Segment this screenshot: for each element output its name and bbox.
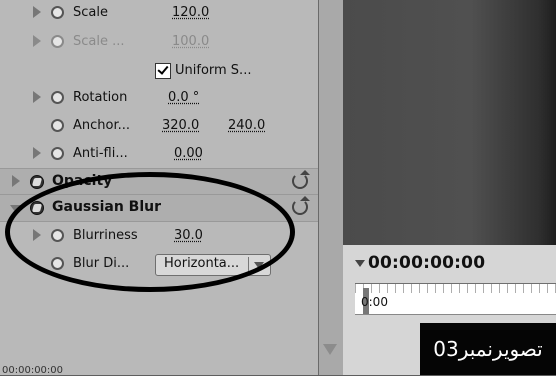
expand-triangle-icon[interactable]	[33, 229, 41, 241]
expand-triangle-icon[interactable]	[33, 6, 41, 18]
uniform-scale-label: Uniform S...	[175, 63, 252, 78]
opacity-effect-row[interactable]: Opacity	[0, 168, 318, 196]
stopwatch-icon[interactable]	[51, 119, 64, 132]
scale-width-label: Scale ...	[73, 34, 125, 49]
blur-dimensions-selected: Horizonta...	[164, 256, 240, 271]
rotation-label: Rotation	[73, 90, 128, 105]
scale-value[interactable]: 120.0	[172, 5, 209, 20]
blurriness-label: Blurriness	[73, 228, 138, 243]
anchor-row: Anchor... 320.0 240.0	[0, 113, 318, 139]
gaussian-blur-title: Gaussian Blur	[52, 199, 161, 215]
scroll-down-icon[interactable]	[323, 344, 337, 355]
stopwatch-icon	[51, 35, 64, 48]
scale-row[interactable]: Scale 120.0	[0, 0, 318, 26]
stopwatch-icon[interactable]	[51, 6, 64, 19]
blurriness-row[interactable]: Blurriness 30.0	[0, 223, 318, 249]
expand-triangle-icon[interactable]	[33, 91, 41, 103]
scale-width-row: Scale ... 100.0	[0, 29, 318, 55]
stopwatch-icon[interactable]	[51, 229, 64, 242]
program-preview	[343, 0, 556, 246]
anti-flicker-row[interactable]: Anti-fli... 0.00	[0, 141, 318, 167]
timeline-label: 0:00	[361, 295, 388, 309]
anchor-y-value[interactable]: 240.0	[228, 118, 265, 133]
watermark-label: تصویرنمبر03	[420, 323, 556, 375]
collapse-triangle-icon[interactable]	[10, 205, 22, 213]
anti-flicker-label: Anti-fli...	[73, 146, 128, 161]
playhead-icon	[355, 259, 365, 267]
fx-icon[interactable]	[30, 175, 44, 189]
rotation-row[interactable]: Rotation 0.0 °	[0, 85, 318, 111]
blur-dimensions-row: Blur Di... Horizonta...	[0, 251, 318, 277]
dropdown-separator	[248, 257, 249, 273]
blur-dimensions-dropdown[interactable]: Horizonta...	[155, 254, 271, 276]
effect-controls-time: 00:00:00:00	[2, 365, 64, 376]
rotation-value[interactable]: 0.0 °	[168, 90, 199, 105]
opacity-title: Opacity	[52, 173, 113, 189]
premiere-window: Scale 120.0 Scale ... 100.0 Uniform S...…	[0, 0, 556, 376]
fx-icon[interactable]	[30, 201, 44, 215]
timeline-track[interactable]: 0:00	[355, 283, 556, 315]
gaussian-blur-effect-row[interactable]: Gaussian Blur	[0, 194, 318, 222]
anchor-label: Anchor...	[73, 118, 131, 133]
reset-icon[interactable]	[292, 170, 310, 189]
expand-triangle-icon[interactable]	[33, 147, 41, 159]
chevron-down-icon[interactable]	[254, 262, 264, 269]
scale-label: Scale	[73, 5, 108, 20]
uniform-scale-row: Uniform S...	[0, 58, 318, 84]
effect-controls-panel: Scale 120.0 Scale ... 100.0 Uniform S...…	[0, 0, 318, 376]
uniform-scale-checkbox[interactable]	[155, 63, 171, 79]
expand-triangle-icon[interactable]	[12, 175, 20, 187]
expand-triangle-icon	[33, 35, 41, 47]
blurriness-value[interactable]: 30.0	[174, 228, 203, 243]
scale-width-value: 100.0	[172, 34, 210, 49]
stopwatch-icon[interactable]	[51, 91, 64, 104]
timeline-ruler	[355, 284, 556, 293]
stopwatch-icon[interactable]	[51, 257, 64, 270]
stopwatch-icon[interactable]	[51, 147, 64, 160]
timeline-panel: 00:00:00:00 0:00	[343, 0, 556, 375]
anchor-x-value[interactable]: 320.0	[162, 118, 199, 133]
current-time-display[interactable]: 00:00:00:00	[355, 253, 485, 273]
blur-dimensions-label: Blur Di...	[73, 256, 130, 271]
anti-flicker-value[interactable]: 0.00	[174, 146, 203, 161]
current-time-text: 00:00:00:00	[368, 253, 486, 273]
vertical-scrollbar[interactable]	[318, 0, 345, 375]
reset-icon[interactable]	[292, 196, 310, 215]
